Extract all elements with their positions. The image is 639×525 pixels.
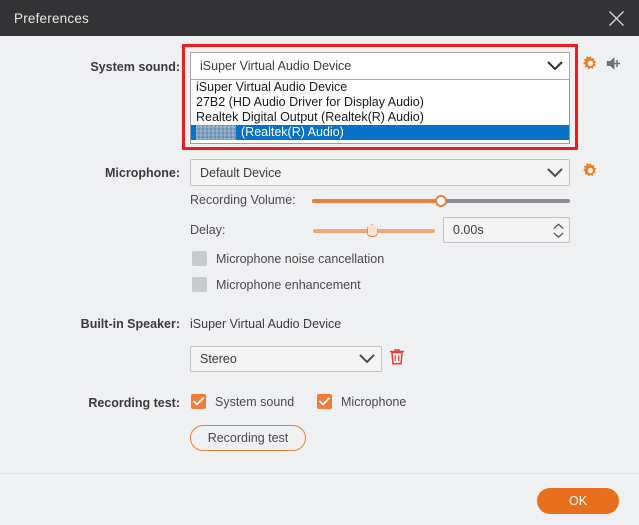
speaker-channel-combobox[interactable]: Stereo — [190, 346, 382, 372]
stepper-arrows[interactable] — [547, 218, 569, 242]
recording-volume-label: Recording Volume: — [190, 193, 296, 207]
recording-volume-slider[interactable] — [312, 192, 570, 210]
dialog-body: System sound: iSuper Virtual Audio Devic… — [0, 36, 639, 473]
system-sound-value: iSuper Virtual Audio Device — [200, 59, 352, 73]
delay-slider[interactable] — [313, 222, 435, 240]
checkbox-label: Microphone noise cancellation — [216, 251, 385, 266]
option-label: (Realtek(R) Audio) — [241, 125, 344, 139]
checkbox-label: System sound — [215, 394, 295, 409]
slider-handle[interactable] — [435, 195, 447, 207]
chevron-down-icon — [541, 53, 569, 79]
speaker-icon — [605, 55, 624, 77]
checkbox-mic-enhancement[interactable]: Microphone enhancement — [192, 277, 361, 292]
checkbox-box — [191, 394, 206, 409]
checkbox-noise-cancellation[interactable]: Microphone noise cancellation — [192, 251, 384, 266]
dialog-footer: OK — [0, 473, 639, 525]
system-sound-combobox[interactable]: iSuper Virtual Audio Device — [190, 52, 570, 80]
check-icon — [319, 397, 330, 406]
slider-handle[interactable] — [366, 224, 378, 237]
option-label: 27B2 (HD Audio Driver for Display Audio) — [196, 95, 424, 109]
chevron-up-icon — [553, 222, 563, 229]
ok-button[interactable]: OK — [537, 488, 619, 514]
checkbox-label: Microphone — [341, 394, 407, 409]
checkbox-box — [317, 394, 332, 409]
slider-fill — [312, 199, 441, 203]
checkbox-label: Microphone enhancement — [216, 277, 361, 292]
delay-label: Delay: — [190, 223, 226, 237]
speaker-channel-value: Stereo — [200, 352, 237, 366]
recording-test-button[interactable]: Recording test — [190, 425, 306, 451]
close-icon — [608, 10, 625, 27]
window-title: Preferences — [14, 10, 89, 26]
list-item[interactable]: 27B2 (HD Audio Driver for Display Audio) — [191, 95, 569, 110]
microphone-settings-button[interactable] — [580, 163, 600, 183]
delay-value-input[interactable]: 0.00s — [443, 217, 570, 243]
chevron-down-icon — [353, 347, 381, 371]
system-volume-button[interactable] — [604, 56, 624, 76]
recording-test-label: Recording test: — [88, 396, 180, 410]
delay-value: 0.00s — [453, 223, 484, 237]
system-sound-settings-button[interactable] — [580, 56, 600, 76]
list-item[interactable]: iSuper Virtual Audio Device — [191, 80, 569, 95]
microphone-value: Default Device — [200, 165, 282, 180]
checkbox-box — [192, 277, 207, 292]
microphone-label: Microphone: — [105, 166, 180, 180]
chevron-down-icon — [553, 232, 563, 238]
checkbox-test-system-sound[interactable]: System sound — [191, 394, 294, 409]
list-item-selected[interactable]: (Realtek(R) Audio) — [191, 125, 569, 140]
delete-speaker-button[interactable] — [388, 348, 406, 371]
checkbox-test-microphone[interactable]: Microphone — [317, 394, 406, 409]
trash-icon — [389, 348, 405, 371]
microphone-combobox[interactable]: Default Device — [190, 159, 570, 186]
list-item[interactable]: Realtek Digital Output (Realtek(R) Audio… — [191, 110, 569, 125]
system-sound-label: System sound: — [90, 60, 180, 74]
option-label: Realtek Digital Output (Realtek(R) Audio… — [196, 110, 424, 124]
option-label: iSuper Virtual Audio Device — [196, 80, 348, 94]
checkbox-box — [192, 251, 207, 266]
close-button[interactable] — [593, 0, 639, 36]
preferences-dialog: Preferences System sound: iSuper Virtual… — [0, 0, 639, 525]
system-sound-options-list[interactable]: iSuper Virtual Audio Device 27B2 (HD Aud… — [190, 80, 570, 144]
chevron-down-icon — [541, 160, 569, 185]
builtin-speaker-label: Built-in Speaker: — [80, 317, 180, 331]
gear-icon — [581, 54, 600, 78]
gear-icon — [581, 161, 600, 185]
builtin-speaker-device: iSuper Virtual Audio Device — [190, 317, 342, 331]
titlebar: Preferences — [0, 0, 639, 36]
check-icon — [193, 397, 204, 406]
